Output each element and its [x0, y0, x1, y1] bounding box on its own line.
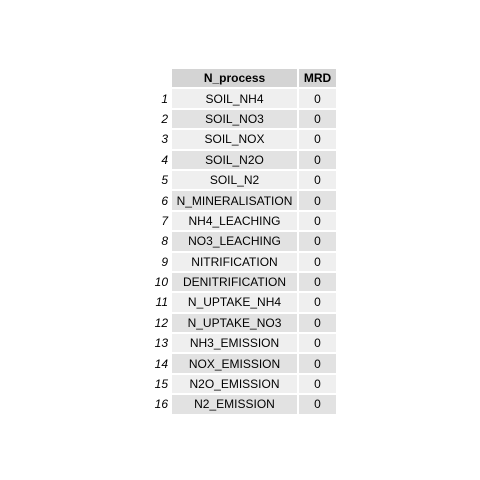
table-row: 14 NOX_EMISSION 0 — [148, 354, 336, 373]
cell-n-process: NH3_EMISSION — [172, 334, 297, 353]
row-number: 3 — [161, 132, 168, 147]
row-number: 13 — [154, 336, 168, 351]
cell-mrd: 0 — [299, 170, 336, 190]
cell-mrd: 0 — [299, 252, 336, 271]
table-row: 11 N_UPTAKE_NH4 0 — [148, 293, 336, 312]
cell-n-process: SOIL_NOX — [172, 130, 297, 149]
row-number: 5 — [161, 173, 168, 188]
row-number: 4 — [161, 152, 168, 167]
cell-mrd: 0 — [299, 293, 336, 312]
row-number: 11 — [155, 295, 168, 310]
cell-mrd: 0 — [299, 232, 336, 251]
table-row: 7 NH4_LEACHING 0 — [148, 211, 336, 231]
cell-n-process: SOIL_N2O — [172, 150, 297, 169]
table-row: 13 NH3_EMISSION 0 — [148, 334, 336, 353]
table-row: 5 SOIL_N2 0 — [148, 170, 336, 190]
cell-mrd: 0 — [299, 272, 336, 292]
page: { "table": { "columns": ["N_process", "M… — [0, 0, 480, 480]
cell-n-process: SOIL_N2 — [172, 170, 297, 190]
table-row: 2 SOIL_NO3 0 — [148, 109, 336, 129]
table-row: 16 N2_EMISSION 0 — [148, 395, 336, 414]
table-row: 1 SOIL_NH4 0 — [148, 89, 336, 108]
header-row: N_process MRD — [148, 69, 336, 88]
cell-mrd: 0 — [299, 334, 336, 353]
row-number: 10 — [154, 275, 168, 290]
cell-mrd: 0 — [299, 89, 336, 108]
data-table: N_process MRD 1 SOIL_NH4 0 2 SOIL_NO3 0 3 SOIL_… — [146, 67, 338, 416]
cell-n-process: NOX_EMISSION — [172, 354, 297, 373]
cell-mrd: 0 — [299, 374, 336, 394]
table-row: 12 N_UPTAKE_NO3 0 — [148, 313, 336, 333]
cell-n-process: SOIL_NO3 — [172, 109, 297, 129]
cell-n-process: DENITRIFICATION — [172, 272, 297, 292]
cell-n-process: NO3_LEACHING — [172, 232, 297, 251]
column-header-mrd: MRD — [299, 69, 336, 88]
cell-n-process: N_UPTAKE_NO3 — [172, 313, 297, 333]
cell-mrd: 0 — [299, 150, 336, 169]
row-number: 15 — [154, 377, 168, 392]
table-row: 4 SOIL_N2O 0 — [148, 150, 336, 169]
column-header-n-process: N_process — [172, 69, 297, 88]
cell-mrd: 0 — [299, 354, 336, 373]
row-number: 16 — [154, 397, 168, 412]
row-number: 7 — [161, 213, 168, 228]
row-number: 6 — [161, 193, 168, 208]
cell-n-process: N2_EMISSION — [172, 395, 297, 414]
table-row: 8 NO3_LEACHING 0 — [148, 232, 336, 251]
cell-n-process: NH4_LEACHING — [172, 211, 297, 231]
cell-n-process: N2O_EMISSION — [172, 374, 297, 394]
cell-mrd: 0 — [299, 211, 336, 231]
cell-mrd: 0 — [299, 130, 336, 149]
cell-mrd: 0 — [299, 191, 336, 210]
header-corner — [148, 69, 170, 87]
cell-n-process: N_MINERALISATION — [172, 191, 297, 210]
row-number: 12 — [154, 315, 168, 330]
table-row: 3 SOIL_NOX 0 — [148, 130, 336, 149]
cell-n-process: NITRIFICATION — [172, 252, 297, 271]
cell-mrd: 0 — [299, 313, 336, 333]
cell-mrd: 0 — [299, 395, 336, 414]
cell-mrd: 0 — [299, 109, 336, 129]
row-number: 2 — [161, 111, 168, 126]
table-row: 6 N_MINERALISATION 0 — [148, 191, 336, 210]
row-number: 8 — [161, 234, 168, 249]
table-row: 15 N2O_EMISSION 0 — [148, 374, 336, 394]
cell-n-process: N_UPTAKE_NH4 — [172, 293, 297, 312]
table-row: 10 DENITRIFICATION 0 — [148, 272, 336, 292]
table-row: 9 NITRIFICATION 0 — [148, 252, 336, 271]
cell-n-process: SOIL_NH4 — [172, 89, 297, 108]
row-number: 9 — [161, 254, 168, 269]
table-body: 1 SOIL_NH4 0 2 SOIL_NO3 0 3 SOIL_NOX 0 4 SOIL_N2O 0… — [148, 89, 336, 414]
row-number: 1 — [161, 91, 168, 106]
table-header: N_process MRD — [148, 69, 336, 88]
row-number: 14 — [154, 356, 168, 371]
